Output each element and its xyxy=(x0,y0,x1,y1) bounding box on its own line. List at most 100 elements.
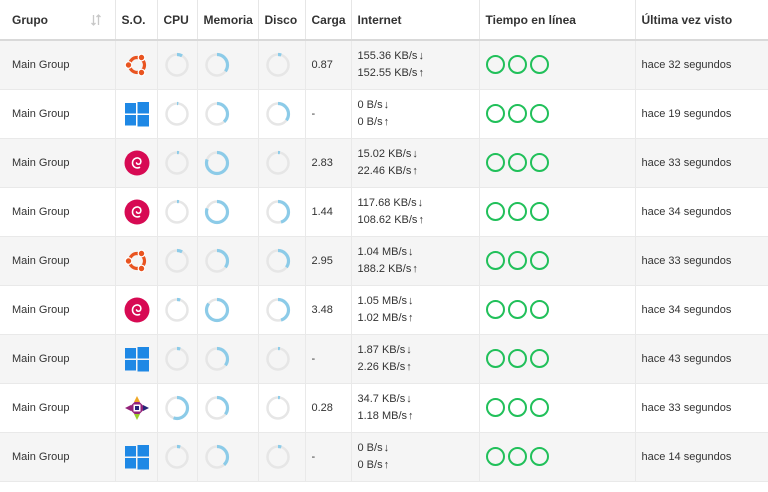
online-status-icon xyxy=(485,202,505,221)
uptime-indicators xyxy=(485,202,635,221)
group-name: Main Group xyxy=(12,303,70,316)
table-row[interactable]: Main Group 3.48 1.05 MB/s↓ 1.02 MB/s↑ ha… xyxy=(0,285,768,335)
header-memoria[interactable]: Memoria xyxy=(197,0,259,41)
load-value: - xyxy=(311,107,316,120)
online-status-icon xyxy=(529,202,549,221)
table-row[interactable]: Main Group 2.83 15.02 KB/s↓ 22.46 KB/s↑ … xyxy=(0,138,768,188)
debian-icon xyxy=(124,150,149,175)
table-row[interactable]: Main Group 0.28 34.7 KB/s↓ 1.18 MB/s↑ ha… xyxy=(0,383,768,433)
disk-cell xyxy=(258,432,306,482)
sort-icon[interactable] xyxy=(90,14,101,26)
online-status-icon xyxy=(529,447,549,466)
upload-value: 1.02 MB/s xyxy=(357,311,408,324)
header-grupo[interactable]: Grupo xyxy=(0,0,116,41)
arrow-down-icon: ↓ xyxy=(406,392,412,405)
disk-cell xyxy=(258,236,306,286)
group-name: Main Group xyxy=(12,156,70,169)
uptime-cell xyxy=(479,432,636,482)
online-status-icon xyxy=(507,349,527,368)
uptime-indicators xyxy=(485,55,635,75)
group-name: Main Group xyxy=(12,450,70,463)
memory-cell xyxy=(197,334,259,384)
disk-cell xyxy=(258,138,306,188)
upload-value: 0 B/s xyxy=(357,458,383,471)
disk-gauge xyxy=(265,395,290,420)
uptime-indicators xyxy=(485,153,635,172)
table-row[interactable]: Main Group - 1.87 KB/s↓ 2.26 KB/s↑ hace … xyxy=(0,334,768,384)
table-row[interactable]: Main Group - 0 B/s↓ 0 B/s↑ hace 19 segun… xyxy=(0,89,768,139)
header-carga[interactable]: Carga xyxy=(305,0,352,41)
header-disco[interactable]: Disco xyxy=(258,0,306,41)
upload-rate: 1.18 MB/s↑ xyxy=(358,408,479,425)
cpu-cell xyxy=(157,236,198,286)
cpu-gauge xyxy=(164,297,189,322)
group-cell: Main Group xyxy=(0,383,116,433)
upload-rate: 188.2 KB/s↑ xyxy=(358,261,479,278)
uptime-cell xyxy=(479,334,636,384)
download-value: 155.36 KB/s xyxy=(357,49,418,62)
header-tiempo[interactable]: Tiempo en línea xyxy=(479,0,636,41)
cpu-cell xyxy=(157,89,198,139)
os-cell xyxy=(115,138,158,188)
memory-gauge xyxy=(204,444,229,469)
online-status-icon xyxy=(485,104,505,123)
download-value: 34.7 KB/s xyxy=(357,392,406,405)
download-rate: 0 B/s↓ xyxy=(358,97,479,114)
memory-gauge xyxy=(204,199,229,224)
last-seen-cell: hace 33 segundos xyxy=(635,138,768,188)
disk-gauge xyxy=(265,199,290,224)
header-internet[interactable]: Internet xyxy=(351,0,480,41)
internet-cell: 1.05 MB/s↓ 1.02 MB/s↑ xyxy=(351,285,480,335)
cpu-gauge xyxy=(164,248,189,273)
arrow-up-icon: ↑ xyxy=(418,66,424,79)
arrow-down-icon: ↓ xyxy=(383,441,390,454)
table-body: Main Group 0.87 155.36 KB/s↓ 152.55 KB/s… xyxy=(0,40,768,482)
load-cell: 3.48 xyxy=(305,285,352,335)
load-cell: 2.83 xyxy=(305,138,352,188)
upload-value: 22.46 KB/s xyxy=(357,164,412,177)
arrow-down-icon: ↓ xyxy=(417,196,424,209)
memory-cell xyxy=(197,187,259,237)
uptime-cell xyxy=(479,40,636,90)
gauge-track xyxy=(164,297,189,322)
gauge-track xyxy=(164,346,189,371)
gauge-track xyxy=(164,53,189,77)
upload-rate: 2.26 KB/s↑ xyxy=(358,359,479,376)
table-row[interactable]: Main Group 0.87 155.36 KB/s↓ 152.55 KB/s… xyxy=(0,40,768,90)
arrow-up-icon: ↑ xyxy=(418,213,424,226)
header-cpu[interactable]: CPU xyxy=(157,0,198,41)
group-name: Main Group xyxy=(12,401,70,414)
upload-value: 2.26 KB/s xyxy=(357,360,406,373)
online-status-icon xyxy=(485,251,505,270)
last-seen-value: hace 33 segundos xyxy=(641,254,732,267)
gauge-track xyxy=(164,444,189,469)
load-value: - xyxy=(311,450,316,463)
load-value: - xyxy=(311,352,316,365)
last-seen-cell: hace 34 segundos xyxy=(635,187,768,237)
arrow-down-icon: ↓ xyxy=(412,147,418,160)
memory-gauge xyxy=(204,248,229,273)
arrow-up-icon: ↑ xyxy=(406,360,412,373)
internet-cell: 155.36 KB/s↓ 152.55 KB/s↑ xyxy=(351,40,480,90)
table-row[interactable]: Main Group 2.95 1.04 MB/s↓ 188.2 KB/s↑ h… xyxy=(0,236,768,286)
arrow-up-icon: ↑ xyxy=(408,311,414,324)
internet-cell: 1.04 MB/s↓ 188.2 KB/s↑ xyxy=(351,236,480,286)
table-row[interactable]: Main Group - 0 B/s↓ 0 B/s↑ hace 14 segun… xyxy=(0,432,768,482)
ubuntu-icon xyxy=(124,249,146,272)
header-ultima[interactable]: Última vez visto xyxy=(635,0,768,41)
download-rate: 1.87 KB/s↓ xyxy=(358,342,479,359)
header-os[interactable]: S.O. xyxy=(115,0,158,41)
load-value: 2.83 xyxy=(311,156,333,169)
group-name: Main Group xyxy=(12,352,70,365)
table-row[interactable]: Main Group 1.44 117.68 KB/s↓ 108.62 KB/s… xyxy=(0,187,768,237)
online-status-icon xyxy=(485,300,505,319)
online-status-icon xyxy=(485,153,505,172)
gauge-track xyxy=(265,395,290,420)
download-rate: 155.36 KB/s↓ xyxy=(358,48,479,65)
load-cell: 0.28 xyxy=(305,383,352,433)
cpu-cell xyxy=(157,432,198,482)
disk-gauge xyxy=(265,52,290,77)
uptime-cell xyxy=(479,285,636,335)
download-value: 15.02 KB/s xyxy=(357,147,412,160)
last-seen-value: hace 32 segundos xyxy=(641,58,732,71)
